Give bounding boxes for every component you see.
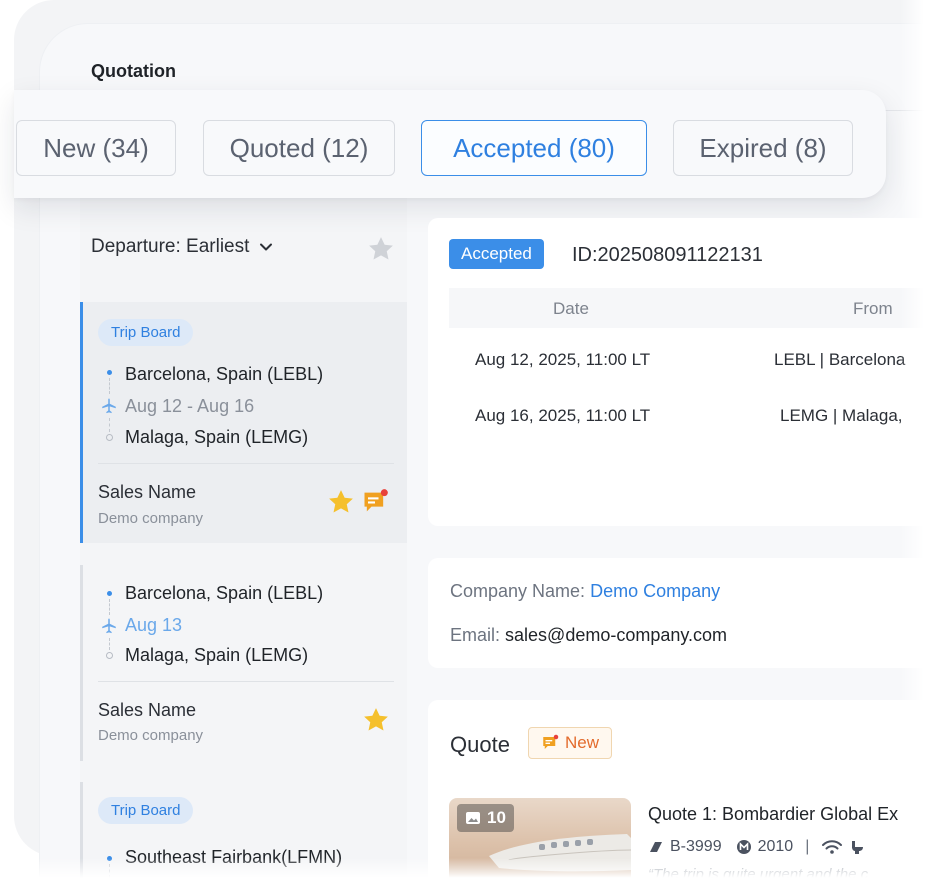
email-value: sales@demo-company.com bbox=[505, 625, 728, 645]
photo-count-badge: 10 bbox=[457, 804, 514, 832]
tab-new[interactable]: New (34) bbox=[16, 120, 176, 176]
quote-id: ID:202508091122131 bbox=[572, 244, 763, 266]
new-quote-badge: New bbox=[528, 727, 613, 759]
message-icon[interactable] bbox=[361, 488, 389, 516]
tab-quoted[interactable]: Quoted (12) bbox=[203, 120, 395, 176]
email-label: Email: bbox=[450, 625, 501, 645]
sort-label: Departure: Earliest bbox=[91, 236, 250, 257]
company-label: Company Name: bbox=[450, 581, 586, 601]
origin-dot bbox=[107, 591, 112, 596]
destination-dot bbox=[106, 652, 113, 659]
sales-name: Sales Name bbox=[98, 700, 197, 720]
sales-name: Sales Name bbox=[98, 482, 197, 502]
card-divider bbox=[98, 463, 394, 464]
trip-origin: Barcelona, Spain (LEBL) bbox=[125, 364, 324, 384]
plane-icon bbox=[102, 398, 116, 414]
trip-origin: Barcelona, Spain (LEBL) bbox=[125, 583, 324, 603]
app-root: Quotation Departure: Earliest Trip Board… bbox=[0, 0, 928, 880]
trip-destination: Malaga, Spain (LEMG) bbox=[125, 427, 309, 447]
route-connector bbox=[109, 599, 110, 615]
star-icon[interactable] bbox=[326, 487, 356, 517]
trip-dates: Aug 12 - Aug 16 bbox=[125, 396, 255, 416]
company-name: Demo company bbox=[98, 727, 204, 744]
trip-origin: Southeast Fairbank(LFMN) bbox=[125, 847, 343, 867]
tail-number-icon bbox=[650, 842, 662, 852]
status-badge: Accepted bbox=[449, 239, 544, 269]
company-link[interactable]: Demo Company bbox=[590, 581, 720, 601]
status-tabs: New (34) Quoted (12) Accepted (80) Expir… bbox=[14, 90, 886, 198]
trip-destination: Malaga, Spain (LEMG) bbox=[125, 645, 309, 665]
manufacture-year-icon bbox=[736, 840, 751, 854]
trip-dates: Aug 13 bbox=[125, 615, 183, 635]
route-connector bbox=[109, 638, 110, 650]
chevron-down-icon bbox=[260, 243, 273, 251]
lavatory-icon bbox=[852, 841, 864, 854]
leg-2-date: Aug 16, 2025, 11:00 LT bbox=[475, 406, 651, 425]
manufacture-year: 2010 bbox=[757, 838, 794, 855]
origin-dot bbox=[107, 856, 112, 861]
column-header-from: From bbox=[853, 299, 893, 318]
column-header-date: Date bbox=[553, 299, 589, 318]
meta-divider: | bbox=[805, 838, 810, 855]
route-connector bbox=[109, 378, 110, 394]
header-divider bbox=[880, 110, 928, 111]
star-icon[interactable] bbox=[361, 705, 391, 735]
legs-table-header: Date From bbox=[449, 288, 928, 328]
email-row: Email: sales@demo-company.com bbox=[450, 625, 727, 646]
tab-expired[interactable]: Expired (8) bbox=[673, 120, 853, 176]
quote-title[interactable]: Quote 1: Bombardier Global Ex bbox=[648, 804, 898, 825]
route-connector bbox=[109, 864, 110, 878]
trip-card-3[interactable]: Trip Board Southeast Fairbank(LFMN) bbox=[80, 782, 407, 880]
sort-dropdown[interactable]: Departure: Earliest bbox=[91, 236, 273, 258]
quote-note: “The trip is quite urgent and the c bbox=[648, 866, 869, 880]
company-info-panel bbox=[428, 558, 928, 668]
leg-2-from: LEMG | Malaga, bbox=[780, 406, 903, 425]
image-icon bbox=[466, 812, 480, 824]
favorites-filter-star-icon[interactable] bbox=[366, 234, 396, 264]
plane-icon bbox=[102, 618, 116, 634]
tab-accepted[interactable]: Accepted (80) bbox=[421, 120, 647, 176]
wifi-icon bbox=[822, 840, 843, 854]
route-connector bbox=[109, 418, 110, 432]
message-icon bbox=[543, 734, 559, 749]
leg-1-from: LEBL | Barcelona bbox=[774, 350, 906, 369]
leg-1-date: Aug 12, 2025, 11:00 LT bbox=[475, 350, 651, 369]
destination-dot bbox=[106, 434, 113, 441]
aircraft-photo[interactable]: 10 bbox=[449, 798, 631, 880]
trip-board-badge: Trip Board bbox=[98, 319, 194, 346]
card-divider bbox=[98, 681, 394, 682]
origin-dot bbox=[107, 370, 112, 375]
trip-card-1[interactable]: Trip Board Barcelona, Spain (LEBL) Aug 1… bbox=[80, 302, 407, 543]
new-tag-label: New bbox=[565, 733, 600, 752]
tail-number: B-3999 bbox=[670, 838, 722, 855]
trip-board-badge: Trip Board bbox=[98, 797, 194, 824]
aircraft-meta: B-3999 2010 | bbox=[648, 838, 865, 856]
company-name: Demo company bbox=[98, 510, 204, 527]
company-row: Company Name: Demo Company bbox=[450, 581, 720, 602]
trip-card-2[interactable]: Barcelona, Spain (LEBL) Aug 13 Malaga, S… bbox=[80, 565, 407, 761]
page-title: Quotation bbox=[91, 61, 176, 81]
quote-heading: Quote bbox=[450, 732, 510, 757]
photo-count: 10 bbox=[487, 808, 506, 827]
